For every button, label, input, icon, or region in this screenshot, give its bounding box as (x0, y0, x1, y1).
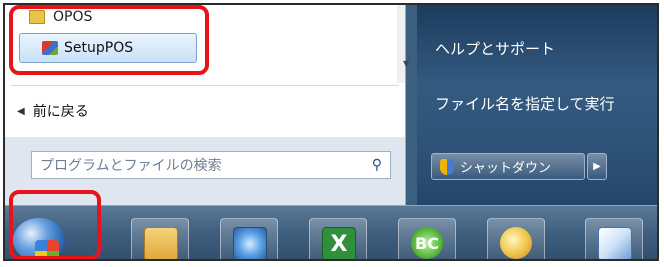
run-link[interactable]: ファイル名を指定して実行 (435, 93, 615, 114)
taskbar-monitor[interactable] (220, 218, 278, 259)
taskbar-control-panel[interactable] (585, 218, 643, 259)
bc-icon: BC (411, 227, 443, 259)
program-list-scrollbar[interactable] (397, 5, 405, 83)
chevron-down-icon[interactable]: ▼ (403, 59, 409, 68)
monitor-icon (233, 227, 267, 259)
help-and-support-link[interactable]: ヘルプとサポート (435, 38, 555, 59)
explorer-icon (144, 227, 178, 259)
search-input[interactable]: プログラムとファイルの検索 ⚲ (31, 151, 391, 179)
highlight-setuppos (9, 5, 209, 75)
back-button[interactable]: ◀ 前に戻る (17, 101, 89, 121)
search-icon[interactable]: ⚲ (372, 157, 382, 173)
shield-icon (440, 158, 454, 175)
taskbar-excel[interactable]: X (309, 218, 367, 259)
highlight-start-button (9, 190, 101, 259)
divider (11, 85, 399, 86)
control-panel-icon (598, 227, 632, 259)
excel-icon: X (322, 227, 356, 259)
start-menu-right-panel: ヘルプとサポート ファイル名を指定して実行 シャットダウン ▶ (417, 5, 657, 205)
paint-palette-icon (500, 227, 532, 259)
chevron-right-icon: ▶ (593, 161, 601, 172)
search-placeholder: プログラムとファイルの検索 (40, 158, 222, 174)
shutdown-button[interactable]: シャットダウン (431, 153, 585, 180)
taskbar-bc[interactable]: BC (398, 218, 456, 259)
shutdown-options-button[interactable]: ▶ (587, 153, 607, 180)
back-label: 前に戻る (32, 104, 89, 120)
screenshot-frame: ヘルプとサポート ファイル名を指定して実行 シャットダウン ▶ OPOS Set… (3, 3, 659, 261)
taskbar-paint[interactable] (487, 218, 545, 259)
taskbar-explorer[interactable] (131, 218, 189, 259)
chevron-left-icon: ◀ (17, 105, 25, 117)
shutdown-label: シャットダウン (460, 161, 552, 176)
taskbar: X BC (5, 205, 657, 259)
